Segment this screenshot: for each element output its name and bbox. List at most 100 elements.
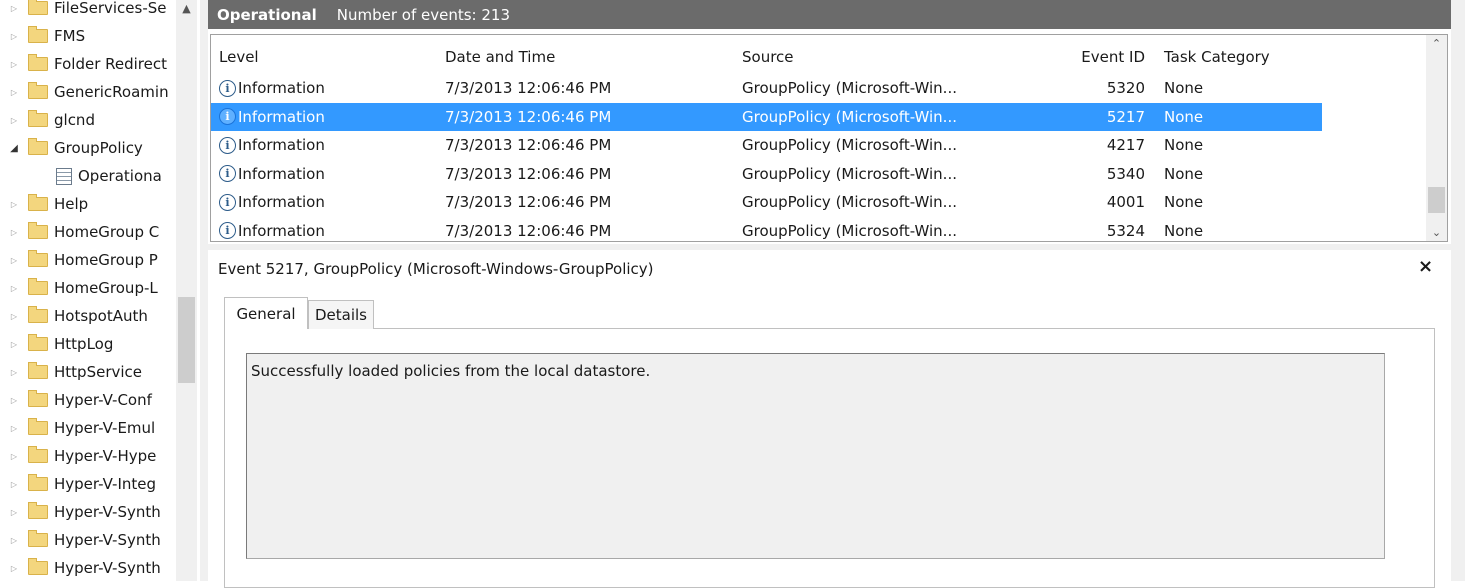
column-header-source[interactable]: Source <box>742 48 794 66</box>
event-task-category: None <box>1164 164 1204 183</box>
column-header-task-category[interactable]: Task Category <box>1164 48 1270 66</box>
tree-item[interactable]: ▷ HomeGroup P <box>0 246 176 274</box>
tree-item[interactable]: Operationa <box>0 162 176 190</box>
expand-arrow-icon[interactable]: ▷ <box>9 116 19 125</box>
event-id: 5217 <box>1106 107 1145 126</box>
expand-arrow-icon[interactable]: ▷ <box>9 368 19 377</box>
tree-item[interactable]: ▷ Hyper-V-Integ <box>0 470 176 498</box>
event-source: GroupPolicy (Microsoft-Win... <box>742 193 957 211</box>
expand-arrow-icon[interactable]: ▷ <box>9 228 19 237</box>
event-level-cell: i Information <box>219 79 325 97</box>
tab-details[interactable]: Details <box>308 300 374 329</box>
expand-arrow-icon[interactable]: ▷ <box>9 480 19 489</box>
folder-icon <box>28 278 48 295</box>
list-scrollbar[interactable]: ⌃ ⌄ <box>1426 35 1447 241</box>
tree-item[interactable]: ▷ Hyper-V-Synth <box>0 526 176 554</box>
tree-item-label: GroupPolicy <box>54 139 143 157</box>
expand-arrow-icon[interactable]: ▷ <box>9 60 19 69</box>
tree-item-label: HomeGroup C <box>54 223 160 241</box>
event-message-box[interactable]: Successfully loaded policies from the lo… <box>246 353 1385 559</box>
event-row[interactable]: i Information 7/3/2013 12:06:46 PM GroupPol… <box>211 102 1322 131</box>
expand-arrow-icon[interactable]: ▷ <box>9 200 19 209</box>
tree-item-label: HomeGroup P <box>54 251 158 269</box>
tree-item-label: Hyper-V-Synth <box>54 559 161 577</box>
tree-item[interactable]: ▷ HotspotAuth <box>0 302 176 330</box>
scroll-down-arrow-icon[interactable]: ⌄ <box>1426 226 1447 239</box>
folder-icon <box>28 250 48 267</box>
event-row[interactable]: i Information 7/3/2013 12:06:46 PM GroupPol… <box>211 74 1322 102</box>
event-task-category: None <box>1164 136 1204 154</box>
folder-icon <box>28 54 48 71</box>
tree-item[interactable]: ▷ HomeGroup C <box>0 218 176 246</box>
event-level-cell: i Information <box>219 193 325 211</box>
tree-item-label: Hyper-V-Emul <box>54 419 156 437</box>
tree-item[interactable]: ▷ Folder Redirect <box>0 50 176 78</box>
expand-arrow-icon[interactable]: ▷ <box>9 452 19 461</box>
folder-icon <box>28 530 48 547</box>
tree-item[interactable]: ▷ Hyper-V-Synth <box>0 498 176 526</box>
folder-icon <box>28 194 48 211</box>
information-icon: i <box>219 193 236 211</box>
tree-item[interactable]: ▷ HttpService <box>0 358 176 386</box>
expand-arrow-icon[interactable]: ▷ <box>9 4 19 13</box>
tree-item[interactable]: ▷ Hyper-V-Hype <box>0 442 176 470</box>
event-message: Successfully loaded policies from the lo… <box>251 362 651 380</box>
event-row[interactable]: i Information 7/3/2013 12:06:46 PM GroupPol… <box>211 160 1322 188</box>
window-edge <box>1451 0 1465 581</box>
event-row[interactable]: i Information 7/3/2013 12:06:46 PM GroupPol… <box>211 217 1322 242</box>
folder-icon <box>28 474 48 491</box>
list-scrollbar-thumb[interactable] <box>1428 187 1445 213</box>
expand-arrow-icon[interactable]: ▷ <box>9 340 19 349</box>
expand-arrow-icon[interactable]: ▷ <box>9 396 19 405</box>
event-row[interactable]: i Information 7/3/2013 12:06:46 PM GroupPol… <box>211 188 1322 216</box>
tree-item[interactable]: ▷ Hyper-V-Synth <box>0 554 176 581</box>
tab-general[interactable]: General <box>224 297 308 329</box>
event-log-icon <box>56 167 72 185</box>
event-source: GroupPolicy (Microsoft-Win... <box>742 107 957 126</box>
tree-item[interactable]: ▷ glcnd <box>0 106 176 134</box>
tree-item[interactable]: ▷ HomeGroup-L <box>0 274 176 302</box>
expand-arrow-icon[interactable]: ▷ <box>9 88 19 97</box>
event-date: 7/3/2013 12:06:46 PM <box>445 136 612 154</box>
folder-icon <box>28 26 48 43</box>
close-icon[interactable]: × <box>1418 256 1433 277</box>
event-level: Information <box>238 107 325 126</box>
expand-arrow-icon[interactable]: ▷ <box>9 32 19 41</box>
expand-arrow-icon[interactable]: ▷ <box>9 536 19 545</box>
folder-icon <box>28 222 48 239</box>
tree-item[interactable]: ▷ HttpLog <box>0 330 176 358</box>
expand-arrow-icon[interactable]: ▷ <box>9 312 19 321</box>
column-header-date[interactable]: Date and Time <box>445 48 555 66</box>
tree-item-label: Hyper-V-Conf <box>54 391 152 409</box>
tree-item[interactable]: ▷ FileServices-Se <box>0 0 176 22</box>
tree-item[interactable]: ◢ GroupPolicy <box>0 134 176 162</box>
collapse-arrow-icon[interactable]: ◢ <box>9 143 19 154</box>
event-level: Information <box>238 136 325 154</box>
expand-arrow-icon[interactable]: ▷ <box>9 508 19 517</box>
expand-arrow-icon[interactable]: ▷ <box>9 424 19 433</box>
tree-item[interactable]: ▷ Hyper-V-Emul <box>0 414 176 442</box>
expand-arrow-icon[interactable]: ▷ <box>9 256 19 265</box>
tree-item-label: Folder Redirect <box>54 55 167 73</box>
event-detail-pane: Event 5217, GroupPolicy (Microsoft-Windo… <box>210 250 1448 588</box>
expand-arrow-icon[interactable]: ▷ <box>9 284 19 293</box>
event-level-cell: i Information <box>219 108 325 126</box>
tree-item[interactable]: ▷ FMS <box>0 22 176 50</box>
tree-item[interactable]: ▷ GenericRoamin <box>0 78 176 106</box>
scroll-up-arrow-icon[interactable]: ⌃ <box>1426 37 1447 50</box>
column-header-level[interactable]: Level <box>219 48 259 66</box>
tree-scrollbar[interactable]: ▲ <box>176 0 197 581</box>
event-source: GroupPolicy (Microsoft-Win... <box>742 164 957 183</box>
column-header-event-id[interactable]: Event ID <box>1046 48 1145 66</box>
pane-splitter[interactable] <box>200 0 208 581</box>
event-date: 7/3/2013 12:06:46 PM <box>445 193 612 211</box>
tree-item[interactable]: ▷ Hyper-V-Conf <box>0 386 176 414</box>
folder-icon <box>28 446 48 463</box>
tree-scrollbar-thumb[interactable] <box>178 297 195 383</box>
scroll-up-arrow-icon[interactable]: ▲ <box>176 2 197 22</box>
event-row[interactable]: i Information 7/3/2013 12:06:46 PM GroupPol… <box>211 131 1322 159</box>
tree-item[interactable]: ▷ Help <box>0 190 176 218</box>
event-id: 5324 <box>1106 221 1145 240</box>
expand-arrow-icon[interactable]: ▷ <box>9 564 19 573</box>
information-icon: i <box>219 108 236 125</box>
